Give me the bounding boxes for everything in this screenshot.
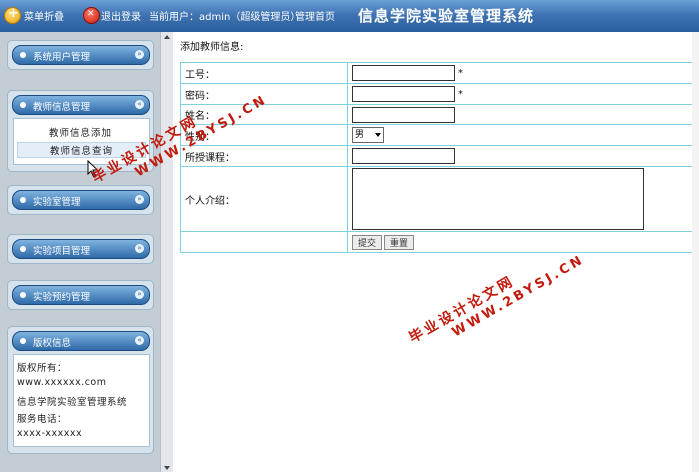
menu-collapse-icon[interactable] [4,6,21,24]
form-cell [347,104,699,125]
bullet-icon [20,52,26,58]
chevron-down-icon[interactable]: » [135,195,144,204]
logout-link[interactable]: 退出登录 [101,8,141,23]
scroll-down-arrow-icon[interactable] [164,466,170,470]
gender-select-value: 男 [355,130,365,140]
name-input[interactable] [352,106,455,123]
bullet-icon [20,292,26,298]
teacher-id-input[interactable] [352,65,455,81]
course-label: 所授课程： [180,145,348,167]
watermark-url: WWW.2BYSJ.CN [449,252,588,341]
form-row: 提交 重置 [180,231,699,253]
mouse-cursor-icon [87,160,99,178]
required-mark: * [458,89,463,100]
bullet-icon [20,246,26,252]
chevron-down-icon[interactable]: » [135,50,144,59]
panel-header-system-users[interactable]: 系统用户管理 » [12,45,150,65]
admin-home-link[interactable]: 管理首页 [295,8,335,23]
sidebar-scrollbar[interactable] [160,32,173,472]
panel-title: 系统用户管理 [33,52,91,63]
copyright-body: 版权所有： www.xxxxxx.com 信息学院实验室管理系统 服务电话： x… [13,354,150,447]
reset-button[interactable]: 重置 [384,234,415,250]
form-row: 姓名： [180,104,699,125]
logout-icon[interactable] [83,7,100,24]
password-input[interactable] [352,86,455,102]
empty-cell [180,231,348,253]
copyright-system-name: 信息学院实验室管理系统 [17,397,128,408]
form-row: 性别： 男 [180,124,699,146]
copyright-owner-label: 版权所有： [17,363,68,374]
panel-title: 教师信息管理 [33,102,91,113]
panel-reservation-management: 实验预约管理 » [7,280,154,310]
main-scrollbar[interactable] [692,32,699,472]
intro-textarea[interactable] [352,168,644,230]
panel-title: 版权信息 [33,338,72,349]
intro-label: 个人介绍： [180,166,348,232]
panel-project-management: 实验项目管理 » [7,234,154,264]
panel-body-teacher-info: 教师信息添加 教师信息查询 [13,118,150,165]
gender-label: 性别： [180,124,348,146]
panel-header-teacher-info[interactable]: 教师信息管理 « [12,95,150,115]
panel-header-lab-management[interactable]: 实验室管理 » [12,190,150,210]
password-label: 密码： [180,83,348,105]
panel-header-project-management[interactable]: 实验项目管理 » [12,239,150,259]
form-row: 工号： * [180,62,699,84]
panel-title: 实验项目管理 [33,246,91,257]
gender-select[interactable]: 男 [352,127,384,143]
submit-button[interactable]: 提交 [352,234,383,250]
top-bar: 菜单折叠 退出登录 当前用户：admin（超级管理员） 管理首页 信息学院实验室… [0,0,699,32]
panel-system-users: 系统用户管理 » [7,40,154,70]
panel-title: 实验室管理 [33,197,81,208]
chevron-down-icon[interactable]: » [135,244,144,253]
chevron-down-icon[interactable]: » [135,290,144,299]
bullet-icon [20,338,26,344]
page-title: 添加教师信息: [180,42,244,53]
system-title: 信息学院实验室管理系统 [358,7,535,25]
teacher-form: 工号： * 密码： * 姓名： 性别： 男 所授课程： 个人介绍： 提交 重置 [180,62,699,253]
course-input[interactable] [352,148,455,164]
bullet-icon [20,102,26,108]
form-cell: * [347,62,699,84]
copyright-url: www.xxxxxx.com [17,377,107,388]
watermark: 毕业设计论文网 WWW.2BYSJ.CN [405,235,588,360]
form-row: 所授课程： [180,145,699,167]
form-cell: 男 [347,124,699,146]
panel-header-reservation-management[interactable]: 实验预约管理 » [12,285,150,305]
form-row: 个人介绍： [180,166,699,232]
service-phone-value: xxxx-xxxxxx [17,428,83,439]
scroll-up-arrow-icon[interactable] [164,35,170,39]
menu-item-query-teacher[interactable]: 教师信息查询 [17,142,146,158]
form-cell [347,166,699,232]
panel-lab-management: 实验室管理 » [7,185,154,215]
chevron-up-icon[interactable]: « [135,100,144,109]
id-label: 工号： [180,62,348,84]
required-mark: * [458,68,463,79]
sidebar: 系统用户管理 » 教师信息管理 « 教师信息添加 教师信息查询 实验室管理 » … [0,32,160,472]
dropdown-arrow-icon [375,133,381,137]
form-row: 密码： * [180,83,699,105]
form-cell: 提交 重置 [347,231,699,253]
current-user-label: 当前用户：admin（超级管理员） [149,12,301,23]
name-label: 姓名： [180,104,348,125]
panel-title: 实验预约管理 [33,292,91,303]
menu-collapse-link[interactable]: 菜单折叠 [24,8,64,23]
bullet-icon [20,197,26,203]
chevron-up-icon[interactable]: « [135,336,144,345]
panel-copyright: 版权信息 « 版权所有： www.xxxxxx.com 信息学院实验室管理系统 … [7,326,154,454]
form-cell [347,145,699,167]
menu-item-add-teacher[interactable]: 教师信息添加 [17,125,144,139]
panel-header-copyright[interactable]: 版权信息 « [12,331,150,351]
form-cell: * [347,83,699,105]
service-phone-label: 服务电话： [17,414,68,425]
panel-teacher-info: 教师信息管理 « 教师信息添加 教师信息查询 [7,90,154,172]
